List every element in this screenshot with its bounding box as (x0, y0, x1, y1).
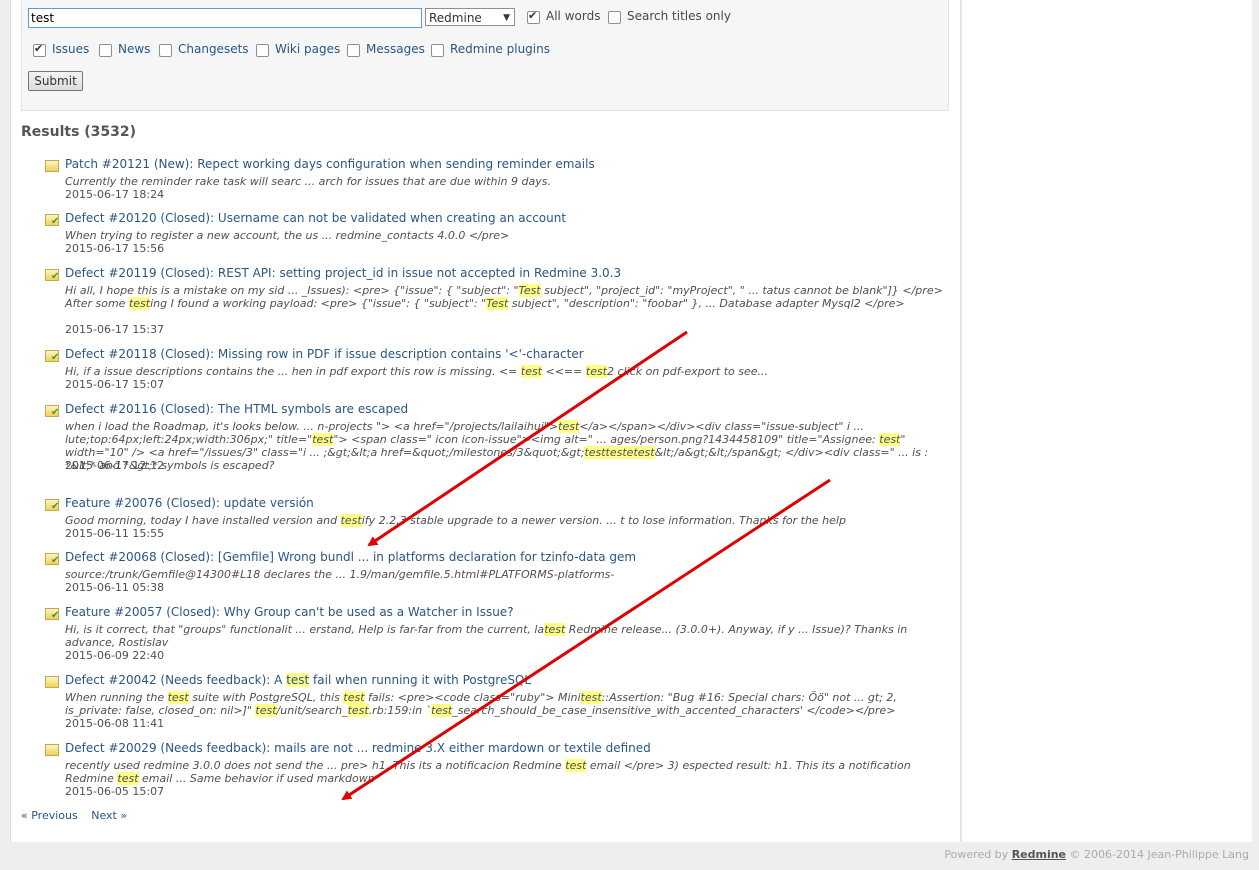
pagination: « Previous Next » (21, 809, 137, 822)
footer-prefix: Powered by (944, 848, 1012, 861)
result-description: When trying to register a new account, t… (65, 229, 510, 242)
titles-only-checkbox[interactable] (608, 11, 621, 24)
issue-closed-icon (45, 214, 59, 227)
highlight: test (117, 772, 139, 785)
highlight: test (286, 673, 310, 687)
result-description: When running the test suite with Postgre… (65, 691, 897, 717)
issue-closed-icon (45, 269, 59, 282)
result-title-link[interactable]: Feature #20057 (Closed): Why Group can't… (65, 605, 514, 619)
result-date: 2015-06-08 11:41 (65, 717, 165, 730)
redmine-plugins-checkbox[interactable] (431, 44, 444, 57)
next-page-link[interactable]: Next » (91, 809, 127, 822)
result-title-link[interactable]: Defect #20042 (Needs feedback): A test f… (65, 673, 531, 687)
result-description: Currently the reminder rake task will se… (65, 175, 551, 188)
all-words-label: All words (546, 9, 601, 23)
all-words-checkbox[interactable] (527, 9, 540, 24)
result-description: when i load the Roadmap, it's looks belo… (65, 420, 929, 472)
page-wrapper: Redmine ▼ All words Search titles only I… (10, 0, 1252, 842)
highlight: test (312, 433, 334, 446)
submit-button[interactable]: Submit (28, 71, 83, 91)
highlight: test (343, 691, 365, 704)
result-date: 2015-06-09 22:40 (65, 649, 165, 662)
highlight: test (879, 433, 901, 446)
highlight: test (167, 691, 189, 704)
result-title-link[interactable]: Defect #20068 (Closed): [Gemfile] Wrong … (65, 550, 636, 564)
result-title-link[interactable]: Defect #20118 (Closed): Missing row in P… (65, 347, 584, 361)
issue-icon (45, 744, 59, 756)
changesets-type-link[interactable]: Changesets (178, 42, 249, 56)
result-title-link[interactable]: Patch #20121 (New): Repect working days … (65, 157, 595, 171)
result-date: 2015-06-17 12:12 (65, 459, 165, 472)
search-form: Redmine ▼ All words Search titles only I… (21, 0, 949, 111)
issue-closed-icon (45, 499, 59, 512)
main-content: Redmine ▼ All words Search titles only I… (11, 0, 960, 842)
wiki-pages-checkbox[interactable] (256, 44, 269, 57)
highlight: test (255, 704, 277, 717)
highlight: test (128, 297, 151, 310)
footer-suffix: © 2006-2014 Jean-Philippe Lang (1066, 848, 1249, 861)
highlight: test (585, 365, 607, 378)
changesets-checkbox[interactable] (159, 44, 172, 57)
wiki-pages-type-link[interactable]: Wiki pages (275, 42, 340, 56)
highlight: test (340, 514, 362, 527)
footer: Powered by Redmine © 2006-2014 Jean-Phil… (944, 848, 1249, 861)
issue-closed-icon (45, 405, 59, 418)
scope-select[interactable]: Redmine ▼ (425, 8, 515, 26)
highlight: Test (486, 297, 509, 310)
issues-checkbox[interactable] (33, 42, 46, 57)
result-description: Hi all, I hope this is a mistake on my s… (65, 284, 943, 310)
result-description: Good morning, today I have installed ver… (65, 514, 846, 527)
issue-closed-icon (45, 350, 59, 363)
results-heading: Results (3532) (21, 124, 137, 140)
result-title-link[interactable]: Defect #20119 (Closed): REST API: settin… (65, 266, 621, 280)
result-description: source:/trunk/Gemfile@14300#L18 declares… (65, 568, 615, 581)
result-title-link[interactable]: Defect #20120 (Closed): Username can not… (65, 211, 566, 225)
result-description: Hi, if a issue descriptions contains the… (65, 365, 768, 378)
highlight: test (565, 759, 587, 772)
highlight: test (580, 691, 602, 704)
messages-checkbox[interactable] (347, 44, 360, 57)
result-date: 2015-06-11 05:38 (65, 581, 165, 594)
issues-type-link[interactable]: Issues (52, 42, 89, 56)
chevron-down-icon: ▼ (503, 13, 510, 23)
highlight: Test (518, 284, 541, 297)
result-description: recently used redmine 3.0.0 does not sen… (65, 759, 911, 785)
highlight: test (431, 704, 453, 717)
highlight: test (520, 365, 542, 378)
issue-icon (45, 676, 59, 688)
issue-icon (45, 160, 59, 172)
result-date: 2015-06-17 15:56 (65, 242, 165, 255)
highlight: test (347, 704, 369, 717)
result-title-link[interactable]: Feature #20076 (Closed): update versión (65, 496, 314, 510)
highlight: testtestetest (584, 446, 655, 459)
previous-page-link[interactable]: « Previous (21, 809, 78, 822)
redmine-plugins-type-link[interactable]: Redmine plugins (450, 42, 550, 56)
messages-type-link[interactable]: Messages (366, 42, 425, 56)
issue-closed-icon (45, 608, 59, 621)
result-date: 2015-06-17 15:37 (65, 323, 165, 336)
result-title-link[interactable]: Defect #20029 (Needs feedback): mails ar… (65, 741, 651, 755)
issue-closed-icon (45, 553, 59, 566)
result-date: 2015-06-05 15:07 (65, 785, 165, 798)
sidebar (960, 0, 1252, 842)
result-description: Hi, is it correct, that "groups" functio… (65, 623, 908, 649)
result-date: 2015-06-17 18:24 (65, 188, 165, 201)
highlight: test (544, 623, 566, 636)
result-date: 2015-06-11 15:55 (65, 527, 165, 540)
news-checkbox[interactable] (99, 44, 112, 57)
search-input[interactable] (28, 8, 422, 28)
scope-select-value: Redmine (429, 11, 482, 25)
result-date: 2015-06-17 15:07 (65, 378, 165, 391)
news-type-link[interactable]: News (118, 42, 150, 56)
titles-only-label: Search titles only (627, 9, 731, 23)
highlight: test (558, 420, 580, 433)
redmine-link[interactable]: Redmine (1012, 848, 1066, 861)
result-title-link[interactable]: Defect #20116 (Closed): The HTML symbols… (65, 402, 408, 416)
